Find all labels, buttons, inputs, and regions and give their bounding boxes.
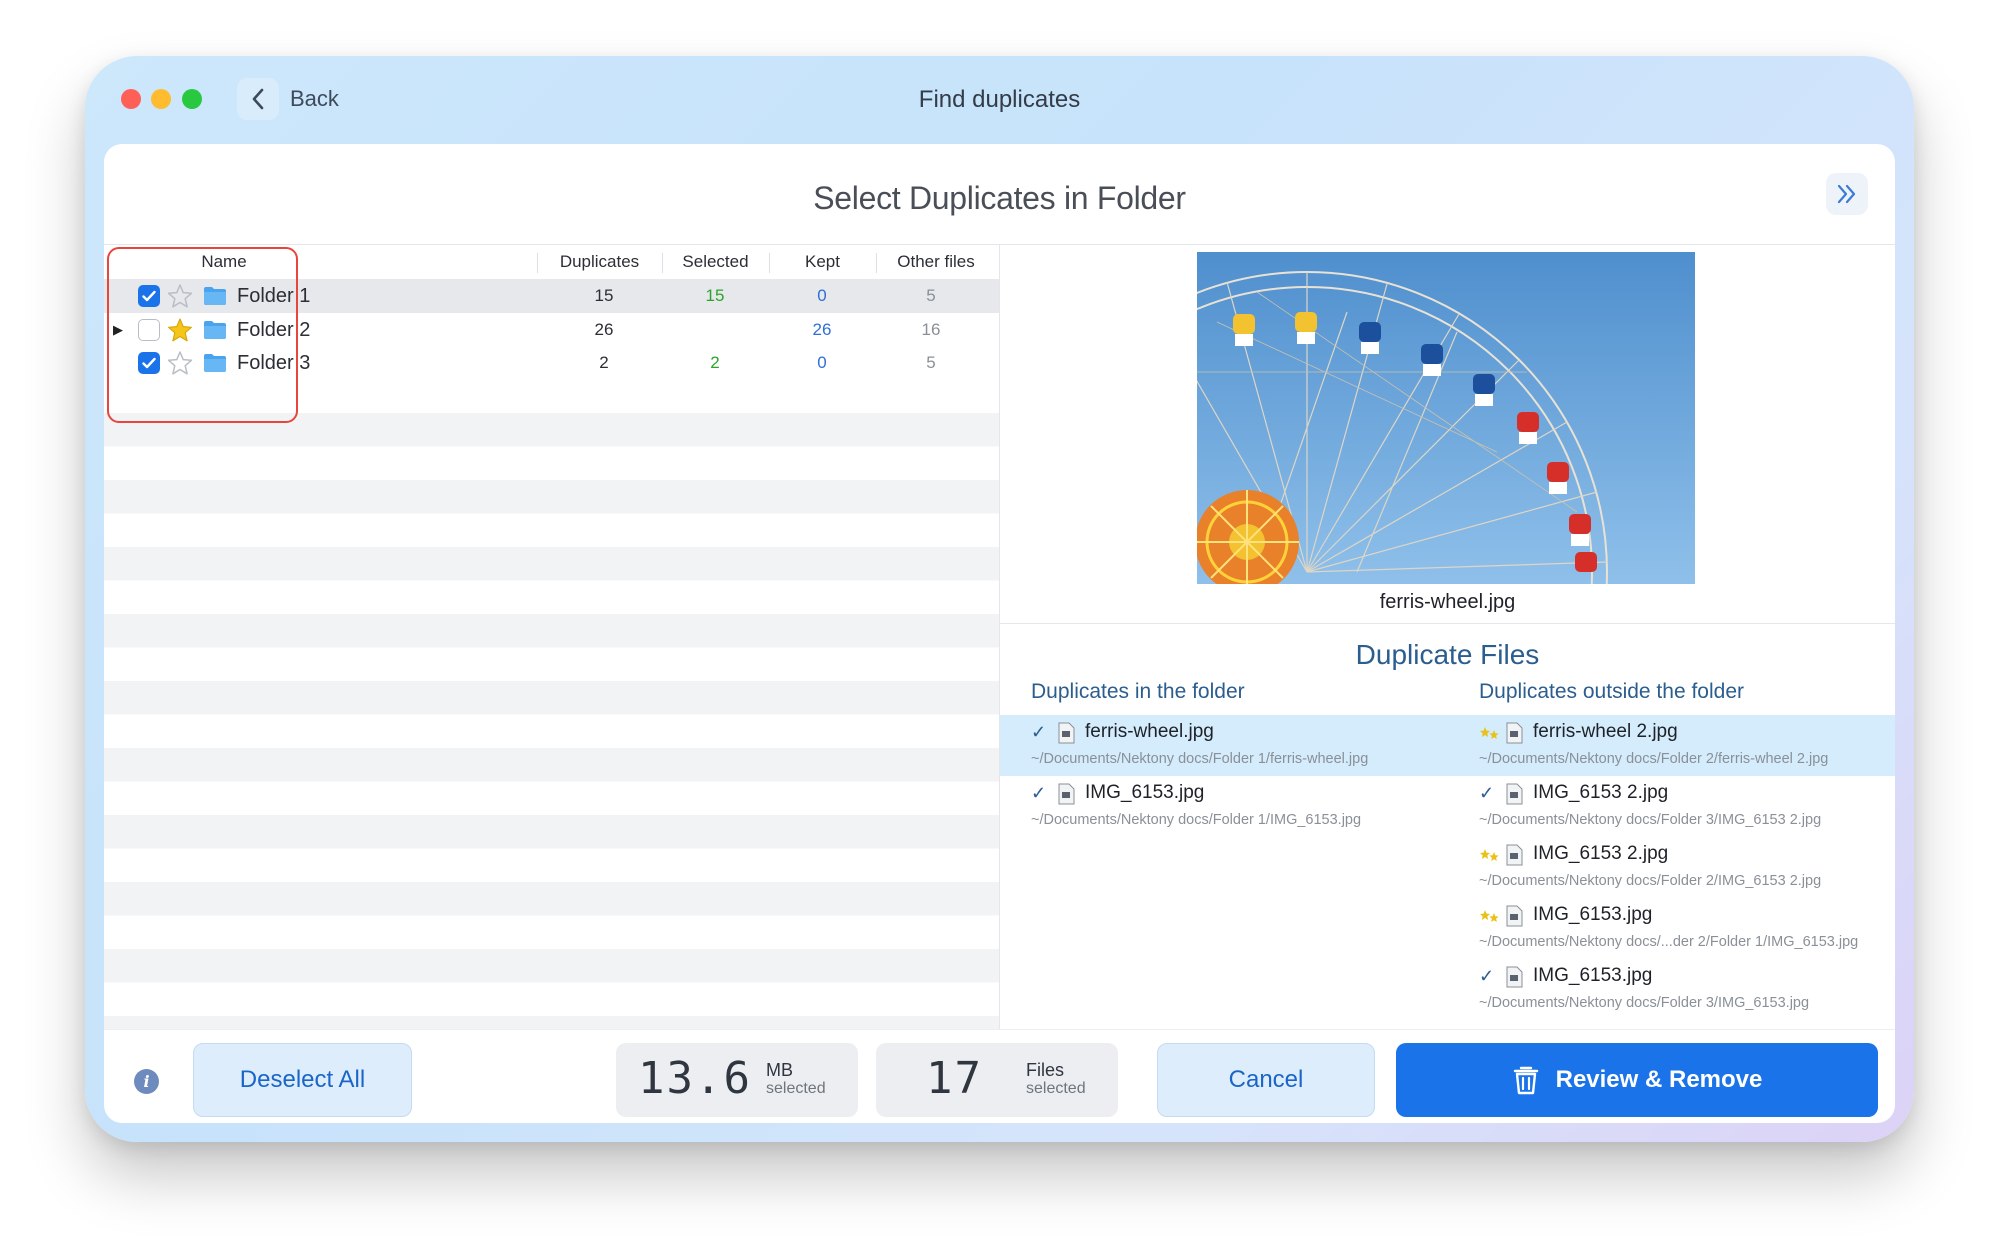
file-icon [1506,905,1523,927]
info-icon[interactable]: i [134,1069,159,1094]
duplicates-count: 15 [594,286,614,305]
duplicate-file-path: ~/Documents/Nektony docs/Folder 1/IMG_61… [1031,812,1362,828]
file-icon [1506,844,1523,866]
stars-icon[interactable] [1479,905,1501,927]
kept-count: 26 [812,319,832,339]
ferris-wheel-image [1197,252,1695,584]
column-header-other-files[interactable]: Other files [876,245,996,279]
list-item[interactable]: ✓ IMG_6153 2.jpg ~/Documents/Nektony doc… [1479,779,1889,837]
size-sub-label: selected [766,1080,826,1097]
size-value: 13.6 [638,1053,752,1104]
column-header-selected[interactable]: Selected [662,245,769,279]
check-icon[interactable]: ✓ [1031,783,1053,805]
size-selected-indicator: 13.6 MB selected [616,1043,858,1117]
other-files-count: 5 [926,286,936,305]
divider [104,1029,1895,1030]
file-icon [1506,722,1523,744]
list-item[interactable]: ✓ ferris-wheel.jpg ~/Documents/Nektony d… [1031,718,1461,776]
duplicates-count: 26 [594,319,614,339]
file-icon [1506,783,1523,805]
duplicate-file-path: ~/Documents/Nektony docs/Folder 2/IMG_61… [1479,873,1822,889]
expand-panel-button[interactable] [1826,173,1868,215]
image-preview [1197,252,1695,584]
files-value: 17 [926,1053,983,1104]
page-title: Select Duplicates in Folder [813,180,1186,216]
check-icon[interactable]: ✓ [1479,783,1501,805]
outside-folder-heading: Duplicates outside the folder [1479,680,1744,703]
kept-count: 0 [817,286,827,305]
check-icon[interactable]: ✓ [1479,966,1501,988]
list-item[interactable]: ✓ IMG_6153.jpg ~/Documents/Nektony docs/… [1479,962,1889,1020]
duplicates-count: 2 [599,353,609,372]
duplicate-file-name: IMG_6153.jpg [1533,965,1653,986]
app-window: Back Find duplicates Select Duplicates i… [85,56,1914,1142]
trash-icon [1513,1066,1538,1095]
list-item[interactable]: IMG_6153 2.jpg ~/Documents/Nektony docs/… [1479,840,1889,898]
duplicate-files-title: Duplicate Files [1355,639,1540,670]
deselect-all-button[interactable]: Deselect All [193,1043,412,1117]
highlight-annotation [107,247,298,423]
window-title: Find duplicates [918,86,1081,113]
file-icon [1058,722,1075,744]
file-icon [1058,783,1075,805]
stars-icon[interactable] [1479,722,1501,744]
column-header-kept[interactable]: Kept [769,245,876,279]
stars-icon[interactable] [1479,844,1501,866]
file-icon [1506,966,1523,988]
duplicate-file-path: ~/Documents/Nektony docs/...der 2/Folder… [1479,934,1859,950]
list-item[interactable]: IMG_6153.jpg ~/Documents/Nektony docs/..… [1479,901,1889,959]
files-sub-label: selected [1026,1080,1086,1097]
main-panel: Select Duplicates in Folder Name Duplica… [104,144,1895,1123]
divider [999,245,1000,1029]
duplicate-file-name: ferris-wheel.jpg [1085,721,1214,742]
size-unit: MB [766,1060,793,1080]
divider [1000,623,1895,624]
review-remove-button[interactable]: Review & Remove [1396,1043,1878,1117]
other-files-count: 16 [921,319,941,339]
files-selected-indicator: 17 Files selected [876,1043,1118,1117]
duplicate-file-name: ferris-wheel 2.jpg [1533,721,1678,742]
duplicate-file-name: IMG_6153 2.jpg [1533,782,1669,803]
duplicate-file-name: IMG_6153.jpg [1533,904,1653,925]
check-icon[interactable]: ✓ [1031,722,1053,744]
list-item[interactable]: ferris-wheel 2.jpg ~/Documents/Nektony d… [1479,718,1889,776]
duplicate-file-name: IMG_6153 2.jpg [1533,843,1669,864]
kept-count: 0 [817,353,827,372]
in-folder-heading: Duplicates in the folder [1031,680,1245,703]
duplicate-file-path: ~/Documents/Nektony docs/Folder 3/IMG_61… [1479,812,1822,828]
preview-filename: ferris-wheel.jpg [1379,591,1516,613]
review-remove-label: Review & Remove [1555,1066,1763,1093]
other-files-count: 5 [926,353,936,372]
duplicate-file-path: ~/Documents/Nektony docs/Folder 3/IMG_61… [1479,995,1810,1011]
list-item[interactable]: ✓ IMG_6153.jpg ~/Documents/Nektony docs/… [1031,779,1461,837]
duplicate-file-path: ~/Documents/Nektony docs/Folder 2/ferris… [1479,751,1829,767]
duplicate-file-name: IMG_6153.jpg [1085,782,1205,803]
selected-count: 15 [705,286,725,305]
duplicate-file-path: ~/Documents/Nektony docs/Folder 1/ferris… [1031,751,1369,767]
cancel-button[interactable]: Cancel [1157,1043,1375,1117]
selected-count: 2 [710,353,720,372]
double-chevron-right-icon [1837,184,1856,204]
column-header-duplicates[interactable]: Duplicates [537,245,662,279]
files-unit: Files [1026,1060,1065,1080]
